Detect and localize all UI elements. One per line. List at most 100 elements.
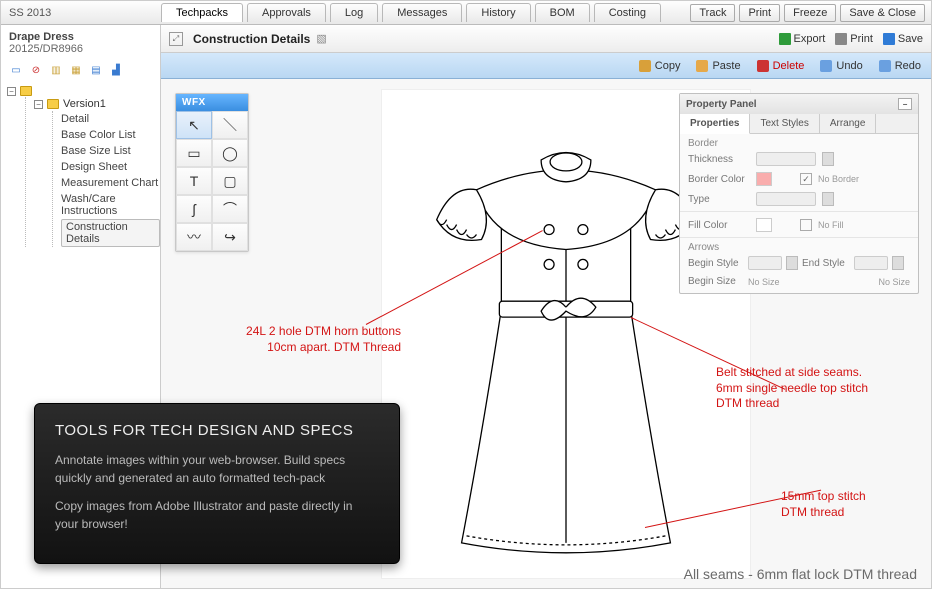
delete-button[interactable]: Delete (757, 60, 805, 72)
no-border-checkbox[interactable]: ✓ (800, 173, 812, 185)
info-tooltip: TOOLS FOR TECH DESIGN AND SPECS Annotate… (34, 403, 400, 564)
tab-messages[interactable]: Messages (382, 3, 462, 22)
line-tool[interactable]: ＼ (212, 111, 248, 139)
collapse-icon[interactable]: − (7, 87, 16, 96)
product-name: Drape Dress (9, 31, 152, 43)
app-shell: SS 2013 Techpacks Approvals Log Messages… (0, 0, 932, 589)
pp-tab-properties[interactable]: Properties (680, 114, 750, 134)
doc-icon[interactable]: ▧ (316, 32, 326, 45)
tool-palette: WFX ↖ ＼ ▭ ◯ T ▢ ʃ ⌒ 〰 ↪ (175, 93, 249, 252)
chart-icon[interactable]: ▟ (109, 63, 123, 77)
save-icon (883, 33, 895, 45)
copy-icon (639, 60, 651, 72)
chevron-down-icon[interactable] (822, 192, 834, 206)
tree-item-detail[interactable]: Detail (61, 111, 160, 127)
tab-log[interactable]: Log (330, 3, 378, 22)
overlay-text-2: Copy images from Adobe Illustrator and p… (55, 497, 379, 533)
thickness-select[interactable] (756, 152, 816, 166)
expand-icon[interactable]: ⤢ (169, 32, 183, 46)
annotation-hem: 15mm top stitch DTM thread (781, 489, 866, 520)
new-file-icon[interactable]: ▭ (9, 63, 23, 77)
tree-item-base-size[interactable]: Base Size List (61, 143, 160, 159)
redo-button[interactable]: Redo (879, 60, 921, 72)
page-title: Construction Details (193, 32, 310, 46)
arc-tool[interactable]: ⌒ (212, 195, 248, 223)
end-style-select[interactable] (854, 256, 888, 270)
rect-tool[interactable]: ▭ (176, 139, 212, 167)
sidebar-icon-row: ▭ ⊘ ▥ ▦ ▤ ▟ (1, 61, 160, 83)
no-fill-checkbox[interactable] (800, 219, 812, 231)
border-color-swatch[interactable] (756, 172, 772, 186)
track-button[interactable]: Track (690, 4, 735, 22)
tab-costing[interactable]: Costing (594, 3, 661, 22)
copy-button[interactable]: Copy (639, 60, 681, 72)
save-close-button[interactable]: Save & Close (840, 4, 925, 22)
print-button-2[interactable]: Print (835, 33, 873, 45)
season-label: SS 2013 (1, 7, 161, 19)
print-button[interactable]: Print (739, 4, 780, 22)
wave-tool[interactable]: 〰 (176, 223, 212, 251)
begin-size-value: No Size (748, 277, 780, 287)
tree-item-measurement[interactable]: Measurement Chart (61, 175, 160, 191)
delete-icon (757, 60, 769, 72)
pp-tab-arrange[interactable]: Arrange (820, 114, 877, 133)
top-right-actions: Track Print Freeze Save & Close (690, 4, 931, 22)
no-fill-label: No Fill (818, 220, 844, 230)
tab-techpacks[interactable]: Techpacks (161, 3, 243, 22)
tree-item-construction[interactable]: Construction Details (61, 219, 160, 247)
property-panel-header: Property Panel − (680, 94, 918, 114)
curve-tool[interactable]: ʃ (176, 195, 212, 223)
product-code: 20125/DR8966 (9, 43, 152, 55)
chevron-down-icon[interactable] (892, 256, 904, 270)
pp-bordercolor-label: Border Color (688, 174, 750, 185)
begin-style-select[interactable] (748, 256, 782, 270)
clipboard-icon[interactable]: ▥ (49, 63, 63, 77)
undo-button[interactable]: Undo (820, 60, 862, 72)
ellipse-tool[interactable]: ◯ (212, 139, 248, 167)
tree-root[interactable]: − (7, 85, 160, 97)
copy-icon[interactable]: ▦ (69, 63, 83, 77)
chevron-down-icon[interactable] (786, 256, 798, 270)
main-tabs: Techpacks Approvals Log Messages History… (161, 3, 661, 22)
tab-approvals[interactable]: Approvals (247, 3, 326, 22)
property-panel: Property Panel − Properties Text Styles … (679, 93, 919, 294)
type-select[interactable] (756, 192, 816, 206)
folder-icon (20, 86, 32, 96)
tree-item-washcare[interactable]: Wash/Care Instructions (61, 191, 160, 219)
palette-title: WFX (176, 94, 248, 111)
tab-bom[interactable]: BOM (535, 3, 590, 22)
redo-icon (879, 60, 891, 72)
tree-version[interactable]: − Version1 (34, 97, 160, 111)
roundrect-tool[interactable]: ▢ (212, 167, 248, 195)
annotation-belt: Belt stitched at side seams. 6mm single … (716, 365, 868, 412)
delete-icon[interactable]: ⊘ (29, 63, 43, 77)
top-bar: SS 2013 Techpacks Approvals Log Messages… (1, 1, 931, 25)
tab-history[interactable]: History (466, 3, 530, 22)
print-icon (835, 33, 847, 45)
pp-beginstyle-label: Begin Style (688, 258, 744, 269)
pp-tab-textstyles[interactable]: Text Styles (750, 114, 819, 133)
tree-item-design-sheet[interactable]: Design Sheet (61, 159, 160, 175)
paste-button[interactable]: Paste (696, 60, 740, 72)
chevron-down-icon[interactable] (822, 152, 834, 166)
pp-beginsize-label: Begin Size (688, 276, 744, 287)
freeze-button[interactable]: Freeze (784, 4, 836, 22)
overlay-heading: TOOLS FOR TECH DESIGN AND SPECS (55, 422, 379, 439)
text-tool[interactable]: T (176, 167, 212, 195)
edit-toolbar: Copy Paste Delete Undo Redo (161, 53, 931, 79)
pp-type-label: Type (688, 194, 750, 205)
version-label: Version1 (63, 98, 106, 110)
pointer-tool[interactable]: ↖ (176, 111, 212, 139)
window-icon[interactable]: ▤ (89, 63, 103, 77)
collapse-icon[interactable]: − (34, 100, 43, 109)
minimize-icon[interactable]: − (898, 98, 912, 110)
export-button[interactable]: Export (779, 33, 826, 45)
overlay-text-1: Annotate images within your web-browser.… (55, 451, 379, 487)
content-header: ⤢ Construction Details ▧ Export Print Sa… (161, 25, 931, 53)
folder-icon (47, 99, 59, 109)
fill-color-swatch[interactable] (756, 218, 772, 232)
tree-item-base-color[interactable]: Base Color List (61, 127, 160, 143)
save-button[interactable]: Save (883, 33, 923, 45)
tree: − − Version1 Detail Base Color List Base… (1, 83, 160, 247)
arrow-tool[interactable]: ↪ (212, 223, 248, 251)
